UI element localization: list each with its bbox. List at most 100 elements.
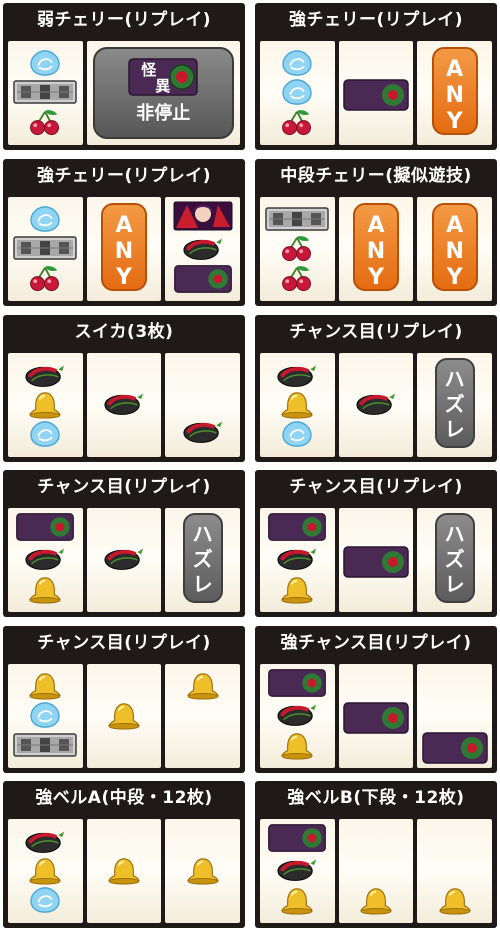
reel-window: A N Y: [260, 41, 493, 145]
reel-left: [8, 41, 83, 145]
reel-left: [8, 353, 83, 457]
reel-left: [260, 353, 335, 457]
result-panel-strong-bell-b: 強ベルB(下段・12枚): [255, 781, 497, 928]
melon-symbol: [276, 544, 318, 572]
panel-title: 強チェリー(リプレイ): [288, 10, 464, 30]
reel-window: [8, 819, 241, 923]
reel-right: [165, 664, 241, 768]
bar-symbol: [13, 731, 77, 759]
result-panel-watermelon: スイカ(3枚): [3, 315, 245, 462]
reel-window: ハ ズ レ: [260, 353, 493, 457]
reel-center: [338, 819, 414, 923]
any-badge: A N Y: [353, 203, 399, 291]
emblem-symbol: [343, 701, 409, 735]
reel-window: A N Y A N Y: [260, 197, 493, 301]
bell-symbol: [105, 857, 143, 885]
melon-symbol: [276, 700, 318, 728]
emblem-symbol: [267, 823, 327, 853]
melon-symbol: [24, 827, 66, 855]
reel-left: [8, 508, 83, 612]
panel-title: 強チャンス目(リプレイ): [280, 633, 472, 653]
result-panel-strong-cherry: 強チェリー(リプレイ) A N Y: [255, 3, 497, 150]
bar-symbol: [265, 205, 329, 233]
replay-symbol: [28, 420, 62, 448]
replay-symbol: [280, 49, 314, 77]
reel-right: [417, 664, 493, 768]
bell-symbol: [26, 391, 64, 419]
bar-symbol: [13, 234, 77, 262]
any-letter: A: [115, 213, 133, 238]
bell-symbol: [278, 887, 316, 915]
result-panel-chance-eye: チャンス目(リプレイ) ハ ズ レ: [255, 470, 497, 617]
reel-center: [86, 819, 162, 923]
result-panel-weak-cherry: 弱チェリー(リプレイ) 怪 異 非停止: [3, 3, 245, 150]
miss-char: ハ: [444, 522, 465, 546]
reel-right: [417, 819, 493, 923]
emblem-symbol: [267, 668, 327, 698]
any-letter: Y: [116, 265, 132, 290]
melon-symbol: [276, 855, 318, 883]
panel-title: チャンス目(リプレイ): [37, 633, 211, 653]
reel-center: [338, 664, 414, 768]
reel-window: [260, 664, 493, 768]
reel-window: 怪 異 非停止: [8, 41, 240, 145]
bell-symbol: [184, 672, 222, 700]
reel-right: [165, 819, 241, 923]
replay-symbol: [28, 701, 62, 729]
result-panel-chance-eye: チャンス目(リプレイ) ハ ズ レ: [255, 315, 497, 462]
any-badge: A N Y: [431, 203, 478, 291]
bell-symbol: [105, 702, 143, 730]
any-letter: A: [446, 213, 464, 238]
replay-symbol: [28, 886, 62, 914]
panel-title: 中段チェリー(擬似遊技): [280, 166, 472, 186]
result-panel-strong-chance-eye: 強チャンス目(リプレイ): [255, 626, 497, 773]
reel-window: [8, 664, 241, 768]
panel-title: 強チェリー(リプレイ): [36, 166, 212, 186]
reel-center: [86, 508, 162, 612]
miss-badge: ハ ズ レ: [182, 513, 223, 603]
melon-symbol: [24, 544, 66, 572]
bell-symbol: [26, 857, 64, 885]
emblem-symbol: [421, 731, 488, 765]
emblem-char-top: 怪: [141, 61, 157, 79]
miss-char: レ: [444, 417, 465, 441]
bell-symbol: [184, 857, 222, 885]
bell-symbol: [357, 887, 395, 915]
emblem-symbol: [267, 512, 327, 542]
non-stop-label: 非停止: [136, 103, 191, 124]
melon-symbol: [182, 417, 224, 445]
any-letter: N: [445, 239, 464, 264]
any-letter: N: [114, 239, 134, 264]
miss-char: レ: [192, 572, 213, 596]
panel-title: チャンス目(リプレイ): [289, 477, 463, 497]
any-letter: N: [445, 83, 464, 108]
result-panel-strong-bell-a: 強ベルA(中段・12枚): [3, 781, 245, 928]
result-panel-chance-eye: チャンス目(リプレイ): [3, 626, 245, 773]
reel-left: [8, 664, 83, 768]
replay-symbol: [28, 49, 62, 77]
any-letter: Y: [368, 265, 384, 290]
reel-window: ハ ズ レ: [260, 508, 493, 612]
miss-badge: ハ ズ レ: [434, 513, 475, 603]
bell-symbol: [436, 887, 474, 915]
reel-left: [260, 197, 335, 301]
bell-symbol: [278, 732, 316, 760]
bar-symbol: [13, 78, 77, 106]
reel-right: A N Y: [417, 41, 493, 145]
result-panel-strong-cherry: 強チェリー(リプレイ) A N Y: [3, 159, 245, 306]
bell-symbol: [26, 576, 64, 604]
melon-symbol: [182, 234, 224, 262]
any-letter: N: [366, 239, 386, 264]
emblem-symbol: [15, 512, 75, 542]
reel-right: [165, 197, 241, 301]
emblem-symbol: [173, 264, 233, 294]
reel-center: [86, 664, 162, 768]
panel-title: 強ベルA(中段・12枚): [35, 788, 213, 808]
panel-title: 弱チェリー(リプレイ): [36, 10, 212, 30]
reel-center: A N Y: [338, 197, 414, 301]
cherry-symbol: [26, 108, 64, 136]
reel-left: [8, 819, 83, 923]
reel-window: A N Y: [8, 197, 241, 301]
reel-center: [86, 353, 162, 457]
melon-symbol: [103, 389, 145, 417]
